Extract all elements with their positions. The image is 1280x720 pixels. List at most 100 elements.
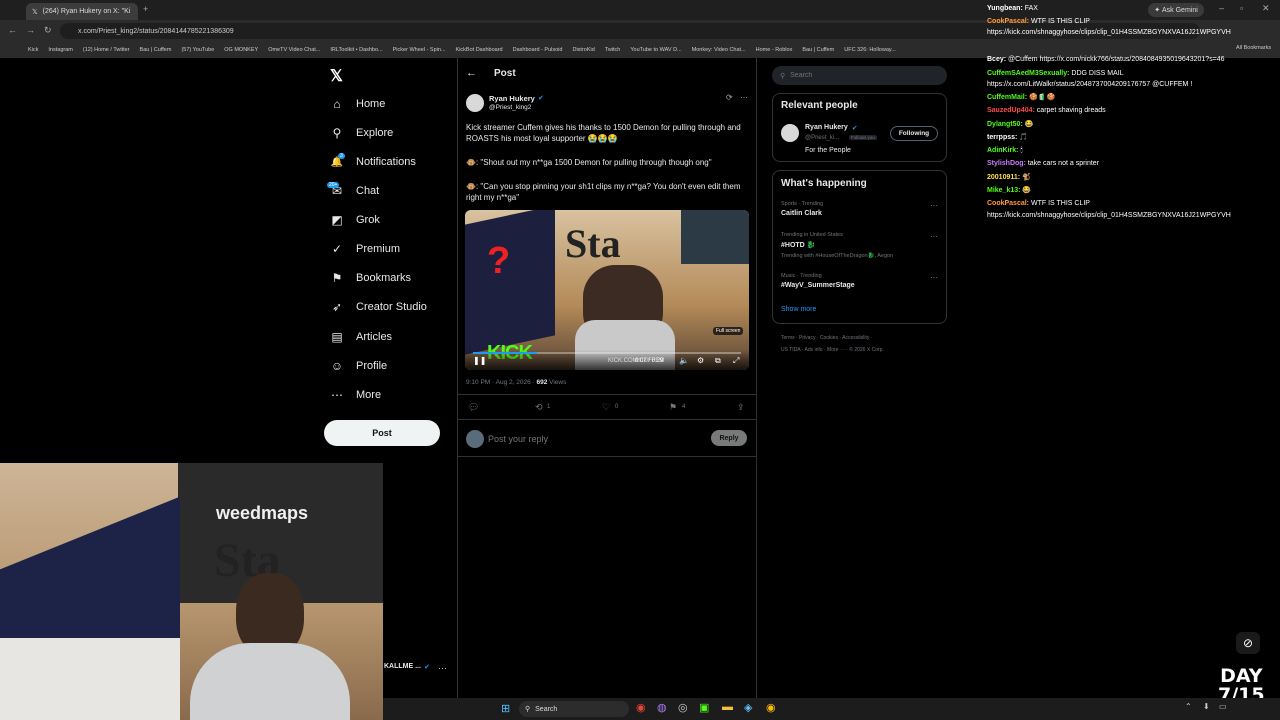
bookmark-item[interactable]: Picker Wheel - Spin...: [393, 47, 446, 53]
nav-home[interactable]: ⌂ Home: [330, 95, 385, 113]
nav-articles[interactable]: ▤ Articles: [330, 328, 392, 346]
following-button[interactable]: Following: [890, 126, 938, 141]
like-icon[interactable]: ♡: [602, 402, 610, 413]
video-progress-track[interactable]: [473, 352, 741, 354]
verified-icon: ✔: [538, 95, 544, 102]
bookmark-item[interactable]: DistroKid: [572, 47, 594, 53]
nav-creator-studio[interactable]: ➶ Creator Studio: [330, 298, 427, 316]
reload-icon[interactable]: ↻: [44, 25, 52, 36]
video-player[interactable]: ? Sta KICK Full screen ❚❚ KICK.COM/CUFFE…: [465, 210, 749, 370]
bookmark-item[interactable]: Instagram: [48, 47, 72, 53]
forward-icon[interactable]: →: [26, 25, 35, 35]
bookmark-item[interactable]: UFC 326: Holloway...: [844, 47, 896, 53]
bookmark-item[interactable]: Kick: [28, 47, 38, 53]
chat-message: https://kick.com/shnaggyhose/clips/clip_…: [987, 212, 1231, 219]
rp-name[interactable]: Ryan Hukery: [805, 124, 848, 131]
tray-icon[interactable]: ⬇: [1203, 702, 1210, 711]
close-window-icon[interactable]: ✕: [1262, 3, 1270, 14]
chrome-icon[interactable]: ◉: [636, 701, 646, 714]
reply-button[interactable]: Reply: [711, 430, 747, 446]
browser-tab[interactable]: 𝕏 (264) Ryan Hukery on X: "Ki: [26, 3, 138, 20]
bookmark-icon[interactable]: ⚑: [669, 402, 677, 413]
reply-icon[interactable]: 💬︎: [468, 402, 479, 413]
tab-title: (264) Ryan Hukery on X: "Ki: [42, 8, 131, 15]
author-name[interactable]: Ryan Hukery: [489, 94, 535, 103]
chat-message: Yungbean: FAX: [987, 5, 1038, 12]
taskbar-search[interactable]: ⚲ Search: [519, 701, 629, 717]
nav-profile[interactable]: ☺ Profile: [330, 357, 387, 375]
settings-icon[interactable]: ⚙: [697, 356, 704, 365]
reply-input[interactable]: [488, 431, 698, 446]
profile-icon: ☺: [330, 359, 344, 373]
maximize-icon[interactable]: ▫: [1240, 3, 1243, 13]
repost-icon[interactable]: ⟲: [535, 402, 543, 413]
app-icon[interactable]: ◎: [678, 701, 688, 714]
nav-bookmarks[interactable]: ⚑ Bookmarks: [330, 269, 411, 287]
all-bookmarks-link[interactable]: All Bookmarks: [1236, 45, 1271, 51]
bookmark-item[interactable]: IRLToolkit • Dashbo...: [330, 47, 382, 53]
chat-message: https://x.com/LitWalkr/status/2048737004…: [987, 81, 1193, 88]
app-icon[interactable]: ▣: [699, 701, 709, 714]
windows-start-icon[interactable]: ⊞: [501, 702, 510, 715]
bookmark-item[interactable]: Home - Roblox: [756, 47, 793, 53]
bookmark-item[interactable]: YouTube to WAV D...: [630, 47, 681, 53]
notification-badge: 3: [338, 153, 345, 159]
chrome-icon[interactable]: ◉: [766, 701, 776, 714]
ask-gemini-button[interactable]: ✦ Ask Gemini: [1148, 3, 1204, 17]
bookmark-item[interactable]: Dashboard - Pulsoid: [513, 47, 563, 53]
file-explorer-icon[interactable]: ▬: [722, 701, 733, 713]
bookmark-item[interactable]: KickBot Dashboard: [456, 47, 503, 53]
volume-icon[interactable]: 🔈: [679, 356, 689, 365]
tray-icon[interactable]: ▭: [1219, 702, 1227, 711]
nav-premium[interactable]: ✓ Premium: [330, 240, 400, 258]
back-arrow-icon[interactable]: ←: [466, 67, 477, 79]
pause-icon[interactable]: ❚❚: [473, 356, 486, 365]
post-meta: 9:10 PM · Aug 2, 2026 · 692 Views: [466, 379, 566, 386]
account-name[interactable]: KALLME ...: [384, 663, 421, 670]
grok-explain-icon[interactable]: ⟳: [726, 93, 733, 102]
bookmark-item[interactable]: Bau | Cuffem: [802, 47, 834, 53]
trend-more-icon[interactable]: ⋯: [930, 232, 938, 241]
chat-message: CookPascal: WTF IS THIS CLIP: [987, 18, 1090, 25]
minimize-icon[interactable]: –: [1219, 3, 1224, 13]
bookmark-item[interactable]: OmeTV Video Chat...: [268, 47, 320, 53]
share-icon[interactable]: ⇪: [737, 402, 745, 413]
show-more-link[interactable]: Show more: [781, 306, 816, 313]
taskbar: ⊞ ⚲ Search ◉ ◍ ◎ ▣ ▬ ◈ ◉ ⌃ ⬇ ▭: [383, 698, 1280, 720]
bookmark-item[interactable]: Twitch: [605, 47, 621, 53]
footer-links-2[interactable]: US TIDA · Ads info · More ··· · © 2026 X…: [781, 347, 884, 353]
bookmark-item[interactable]: OG MONKEY: [224, 47, 258, 53]
footer-links-1[interactable]: Terms · Privacy · Cookies · Accessibilit…: [781, 335, 872, 341]
post-button[interactable]: Post: [324, 420, 440, 446]
nav-grok[interactable]: ◩ Grok: [330, 211, 380, 229]
post-text: Kick streamer Cuffem gives his thanks to…: [466, 123, 741, 143]
bookmark-item[interactable]: (57) YouTube: [181, 47, 214, 53]
new-tab-icon[interactable]: +: [143, 4, 148, 14]
search-input[interactable]: [790, 72, 931, 79]
chat-message: AdinKirk: 🕯: [987, 147, 1023, 154]
chat-message: CuffemSAedM3Sexually: DDG DISS MAIL: [987, 70, 1124, 77]
nav-more[interactable]: ⋯ More: [330, 386, 381, 404]
bookmark-item[interactable]: Monkey: Video Chat...: [692, 47, 746, 53]
back-icon[interactable]: ←: [8, 25, 17, 35]
account-more-icon[interactable]: ⋯: [438, 663, 447, 674]
avatar[interactable]: [781, 124, 799, 142]
nav-explore[interactable]: ⚲ Explore: [330, 124, 394, 142]
post-more-icon[interactable]: ⋯: [740, 93, 748, 102]
fullscreen-icon[interactable]: ⤢: [733, 356, 739, 366]
app-icon[interactable]: ◍: [657, 701, 667, 714]
author-handle[interactable]: @Priest_king2: [489, 104, 531, 111]
bookmark-item[interactable]: Bau | Cuffem: [140, 47, 172, 53]
x-logo-icon[interactable]: 𝕏: [330, 66, 343, 86]
avatar[interactable]: [466, 94, 484, 112]
tray-chevron-icon[interactable]: ⌃: [1185, 702, 1192, 711]
chat-message: Bcey: @Cuffem https://x.com/nickk766/sta…: [987, 56, 1225, 63]
floating-widget-icon[interactable]: ⊘: [1236, 632, 1260, 654]
trend-more-icon[interactable]: ⋯: [930, 273, 938, 282]
trend-more-icon[interactable]: ⋯: [930, 201, 938, 210]
bookmark-item[interactable]: (12) Home / Twitter: [83, 47, 130, 53]
steam-icon[interactable]: ◈: [744, 701, 752, 714]
search-box[interactable]: ⚲: [772, 66, 947, 85]
pip-icon[interactable]: ⧉: [715, 356, 721, 366]
post-timestamp[interactable]: 9:10 PM · Aug 2, 2026 ·: [466, 379, 536, 386]
